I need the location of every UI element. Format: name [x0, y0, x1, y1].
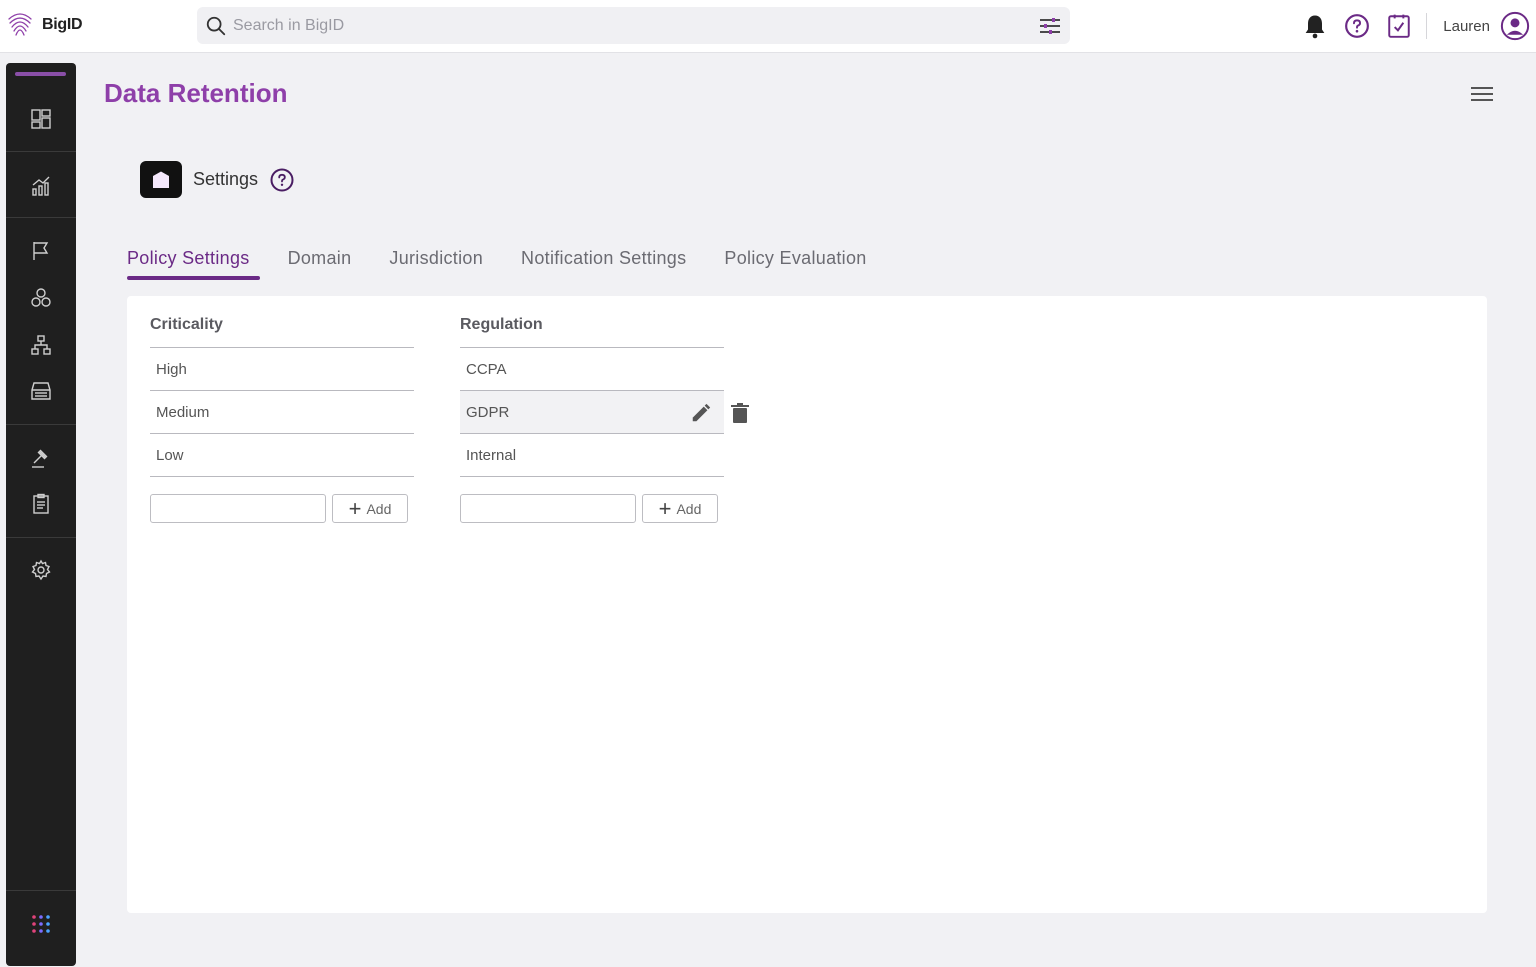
tab-domain[interactable]: Domain	[288, 248, 352, 279]
regulation-input[interactable]	[460, 494, 636, 523]
tasks-button[interactable]	[1384, 11, 1414, 41]
list-item[interactable]: CCPA	[460, 348, 724, 391]
sidebar-divider	[6, 217, 76, 218]
tab-bar: Policy Settings Domain Jurisdiction Noti…	[127, 248, 905, 280]
policy-settings-card: Criticality High Medium Low + Add Regula…	[127, 296, 1487, 913]
tab-policy-settings[interactable]: Policy Settings	[127, 248, 260, 280]
criticality-list: Criticality High Medium Low + Add	[150, 316, 414, 523]
gear-icon	[31, 559, 51, 581]
sidebar-item-analytics[interactable]	[6, 166, 76, 206]
regulation-header: Regulation	[460, 316, 724, 348]
app-name: BigID	[42, 16, 83, 33]
plus-icon: +	[348, 495, 362, 521]
help-button[interactable]	[1342, 11, 1372, 41]
sidebar-item-settings[interactable]	[6, 550, 76, 590]
analytics-icon	[32, 176, 50, 196]
list-item[interactable]: High	[150, 348, 414, 391]
toolbar-divider	[1426, 13, 1428, 39]
search-icon	[206, 16, 226, 35]
top-bar: BigID Search in BigID Lauren	[0, 0, 1536, 53]
filter-sliders-icon[interactable]	[1038, 14, 1062, 38]
notifications-button[interactable]	[1300, 11, 1330, 41]
tab-notification-settings[interactable]: Notification Settings	[521, 248, 686, 279]
trash-icon[interactable]	[730, 402, 750, 424]
criticality-header: Criticality	[150, 316, 414, 348]
search-input[interactable]	[233, 16, 1013, 35]
username[interactable]: Lauren	[1443, 18, 1490, 35]
hierarchy-icon	[31, 335, 51, 355]
add-label: Add	[366, 500, 392, 517]
regulation-list: Regulation CCPA GDPR Internal + Add	[460, 316, 749, 523]
criticality-input[interactable]	[150, 494, 326, 523]
search-bar[interactable]	[197, 7, 1070, 44]
settings-header: Settings	[140, 161, 294, 198]
help-icon	[1345, 14, 1370, 38]
clusters-icon	[31, 288, 51, 307]
fingerprint-logo-icon	[8, 13, 32, 36]
pencil-edit-icon[interactable]	[690, 402, 712, 424]
gavel-icon	[32, 449, 48, 468]
page-title: Data Retention	[104, 78, 288, 108]
list-item[interactable]: Low	[150, 434, 414, 477]
sidebar-item-dashboard[interactable]	[6, 99, 76, 139]
sidebar-item-legal[interactable]	[6, 438, 76, 478]
sidebar-item-inventory[interactable]	[6, 371, 76, 411]
add-criticality-button[interactable]: + Add	[332, 494, 408, 523]
left-sidebar	[6, 63, 76, 966]
list-item-label: Internal	[466, 446, 517, 464]
sidebar-item-reports[interactable]	[6, 484, 76, 524]
add-label: Add	[676, 500, 702, 517]
top-right-toolbar: Lauren	[1288, 9, 1530, 43]
flag-icon	[33, 242, 49, 260]
settings-label: Settings	[193, 169, 259, 189]
dashboard-icon	[31, 109, 51, 129]
help-icon[interactable]	[270, 168, 294, 192]
sidebar-divider	[6, 424, 76, 425]
sidebar-item-flags[interactable]	[6, 231, 76, 271]
add-regulation-button[interactable]: + Add	[642, 494, 718, 523]
sidebar-divider	[6, 537, 76, 538]
settings-badge	[140, 161, 182, 198]
sidebar-accent-bar	[15, 72, 66, 76]
tab-jurisdiction[interactable]: Jurisdiction	[389, 248, 483, 279]
clipboard-icon	[33, 493, 49, 514]
sidebar-divider	[6, 151, 76, 152]
list-item[interactable]: Medium	[150, 391, 414, 434]
folder-icon	[153, 171, 169, 188]
list-item[interactable]: Internal	[460, 434, 724, 477]
bell-icon	[1305, 15, 1325, 39]
list-item-label: CCPA	[466, 360, 507, 378]
regulation-add-row: + Add	[460, 494, 724, 523]
list-item[interactable]: GDPR	[460, 391, 749, 434]
app-logo[interactable]: BigID	[6, 11, 83, 39]
avatar-icon[interactable]	[1500, 11, 1530, 41]
task-check-icon	[1388, 14, 1411, 38]
tab-policy-evaluation[interactable]: Policy Evaluation	[724, 248, 866, 279]
sidebar-item-apps[interactable]	[6, 904, 76, 944]
sidebar-item-clusters[interactable]	[6, 278, 76, 318]
list-item-label: GDPR	[466, 403, 510, 421]
inventory-icon	[31, 382, 51, 400]
criticality-add-row: + Add	[150, 494, 414, 523]
menu-icon[interactable]	[1469, 82, 1495, 106]
sidebar-item-hierarchy[interactable]	[6, 325, 76, 365]
apps-grid-icon	[32, 915, 50, 933]
plus-icon: +	[658, 495, 672, 521]
sidebar-divider	[6, 890, 76, 891]
